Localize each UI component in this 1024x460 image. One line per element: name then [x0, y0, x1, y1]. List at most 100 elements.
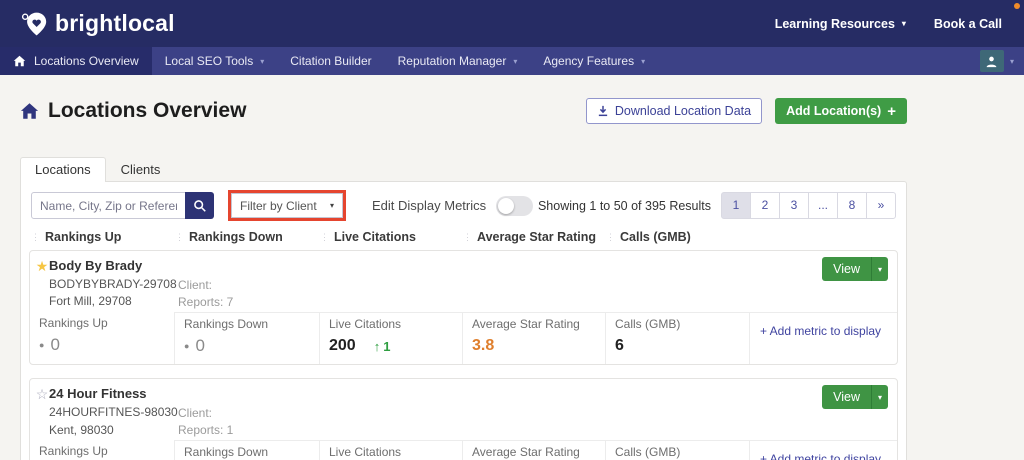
client-label: Client:	[178, 406, 213, 421]
metric-value: 3.8	[472, 337, 495, 355]
location-summary: ☆ 24 Hour Fitness 24HOURFITNES-98030 Ken…	[30, 379, 897, 440]
drag-handle-icon: ⋮	[31, 231, 40, 242]
nav-citation-builder[interactable]: Citation Builder	[277, 47, 384, 75]
page-content: Locations Overview Download Location Dat…	[20, 96, 907, 460]
person-icon	[987, 56, 997, 67]
location-reference: BODYBYBRADY-29708	[49, 276, 177, 291]
chevron-down-icon: ▾	[260, 56, 265, 66]
column-header-rankings-down[interactable]: ⋮ Rankings Down	[175, 230, 320, 244]
chevron-down-icon: ▾	[901, 19, 906, 28]
metrics-strip: Rankings Up ● 0 Rankings Down ● 0 Live C…	[30, 440, 897, 460]
pagination-page-2[interactable]: 2	[750, 192, 780, 219]
nav-label: Citation Builder	[290, 54, 372, 68]
nav-label: Reputation Manager	[397, 54, 507, 68]
drag-handle-icon: ⋮	[320, 231, 329, 242]
column-header-average-star-rating[interactable]: ⋮ Average Star Rating	[463, 230, 606, 244]
edit-display-metrics-toggle[interactable]	[496, 195, 534, 216]
favorite-star-icon[interactable]: ☆	[35, 386, 49, 438]
add-metric-link[interactable]: + Add metric to display	[760, 324, 881, 338]
pagination-ellipsis[interactable]: ...	[808, 192, 838, 219]
filter-highlight-box: Filter by Client ▾	[228, 190, 346, 221]
add-metric-link[interactable]: + Add metric to display	[760, 452, 881, 460]
user-avatar[interactable]	[979, 50, 1004, 72]
column-label: Live Citations	[334, 230, 416, 244]
metric-rankings-down: Rankings Down ● 0	[174, 440, 319, 460]
nav-label: Locations Overview	[34, 54, 139, 68]
column-header-rankings-up[interactable]: ⋮ Rankings Up	[31, 230, 175, 244]
up-arrow-icon: ↑	[373, 338, 381, 354]
view-dropdown-caret[interactable]: ▾	[871, 257, 888, 281]
add-locations-button[interactable]: Add Location(s) +	[775, 98, 907, 124]
view-button[interactable]: View	[822, 385, 871, 409]
pagination-page-3[interactable]: 3	[779, 192, 809, 219]
toggle-knob	[498, 197, 515, 214]
book-a-call-link[interactable]: Book a Call	[934, 17, 1002, 31]
nav-reputation-manager[interactable]: Reputation Manager ▾	[385, 47, 531, 75]
metric-rankings-down: Rankings Down ● 0	[174, 312, 319, 365]
metric-value: 0	[195, 336, 205, 356]
main-navbar: Locations Overview Local SEO Tools ▾ Cit…	[0, 47, 1024, 75]
nav-label: Agency Features	[543, 54, 635, 68]
metric-label: Rankings Down	[184, 317, 269, 332]
metric-calls-gmb: Calls (GMB) 6	[605, 312, 749, 365]
results-count: Showing 1 to 50 of 395 Results	[537, 198, 711, 213]
chevron-down-icon: ▾	[329, 201, 334, 210]
metric-value: 6	[615, 337, 624, 355]
search-group	[31, 192, 214, 219]
column-label: Average Star Rating	[477, 230, 597, 244]
bullet-icon: ●	[39, 340, 45, 351]
tab-locations[interactable]: Locations	[20, 157, 106, 182]
tab-clients[interactable]: Clients	[106, 157, 176, 182]
location-city: Kent, 98030	[49, 422, 114, 437]
column-header-live-citations[interactable]: ⋮ Live Citations	[320, 230, 463, 244]
metric-label: Rankings Up	[39, 444, 108, 459]
metric-label: Calls (GMB)	[615, 445, 681, 460]
home-icon	[20, 103, 39, 119]
column-label: Calls (GMB)	[620, 230, 691, 244]
metric-rankings-up: Rankings Up ● 0	[30, 440, 174, 460]
view-button[interactable]: View	[822, 257, 871, 281]
column-label: Rankings Up	[45, 230, 122, 244]
favorite-star-icon[interactable]: ★	[35, 258, 49, 310]
drag-handle-icon: ⋮	[606, 231, 615, 242]
pagination-page-1[interactable]: 1	[721, 192, 751, 219]
download-button-label: Download Location Data	[614, 104, 752, 118]
metric-label: Live Citations	[329, 317, 402, 332]
brightlocal-pin-icon	[21, 12, 47, 35]
nav-label: Local SEO Tools	[164, 54, 254, 68]
download-icon	[598, 105, 608, 117]
user-menu-caret[interactable]: ▾	[1010, 57, 1014, 66]
metric-label: Average Star Rating	[472, 445, 580, 460]
home-icon	[13, 55, 26, 67]
pagination-page-8[interactable]: 8	[837, 192, 867, 219]
metric-label: Calls (GMB)	[615, 317, 681, 332]
edit-display-metrics-label: Edit Display Metrics	[372, 198, 487, 213]
toolbar: Filter by Client ▾ Edit Display Metrics …	[21, 182, 906, 221]
metric-label: Live Citations	[329, 445, 402, 460]
nav-local-seo-tools[interactable]: Local SEO Tools ▾	[152, 47, 278, 75]
view-dropdown-caret[interactable]: ▾	[871, 385, 888, 410]
column-header-calls-gmb[interactable]: ⋮ Calls (GMB)	[606, 230, 750, 244]
column-headers: ⋮ Rankings Up ⋮ Rankings Down ⋮ Live Cit…	[31, 230, 896, 244]
learning-resources-menu[interactable]: Learning Resources ▾	[775, 17, 906, 31]
brightlocal-logo[interactable]: brightlocal	[20, 10, 175, 38]
filter-by-client-dropdown[interactable]: Filter by Client ▾	[231, 193, 343, 218]
location-summary: ★ Body By Brady BODYBYBRADY-29708 Fort M…	[30, 251, 897, 312]
search-icon	[193, 199, 206, 212]
locations-panel: Filter by Client ▾ Edit Display Metrics …	[20, 181, 907, 460]
chevron-down-icon: ▾	[513, 56, 518, 66]
search-input[interactable]	[31, 192, 186, 219]
search-button[interactable]	[185, 192, 214, 219]
download-location-data-button[interactable]: Download Location Data	[585, 98, 763, 124]
metric-delta: 1	[383, 338, 391, 354]
metric-average-star-rating: Average Star Rating 3.8	[462, 312, 605, 365]
location-reference: 24HOURFITNES-98030	[49, 404, 178, 419]
learning-resources-label: Learning Resources	[774, 16, 895, 31]
tab-bar: Locations Clients	[20, 157, 907, 182]
location-city: Fort Mill, 29708	[49, 294, 132, 309]
nav-agency-features[interactable]: Agency Features ▾	[530, 47, 658, 75]
pagination-next[interactable]: »	[866, 192, 896, 219]
nav-locations-overview[interactable]: Locations Overview	[0, 47, 152, 75]
notification-dot	[1014, 3, 1020, 9]
pagination: 1 2 3 ... 8 »	[721, 192, 896, 219]
